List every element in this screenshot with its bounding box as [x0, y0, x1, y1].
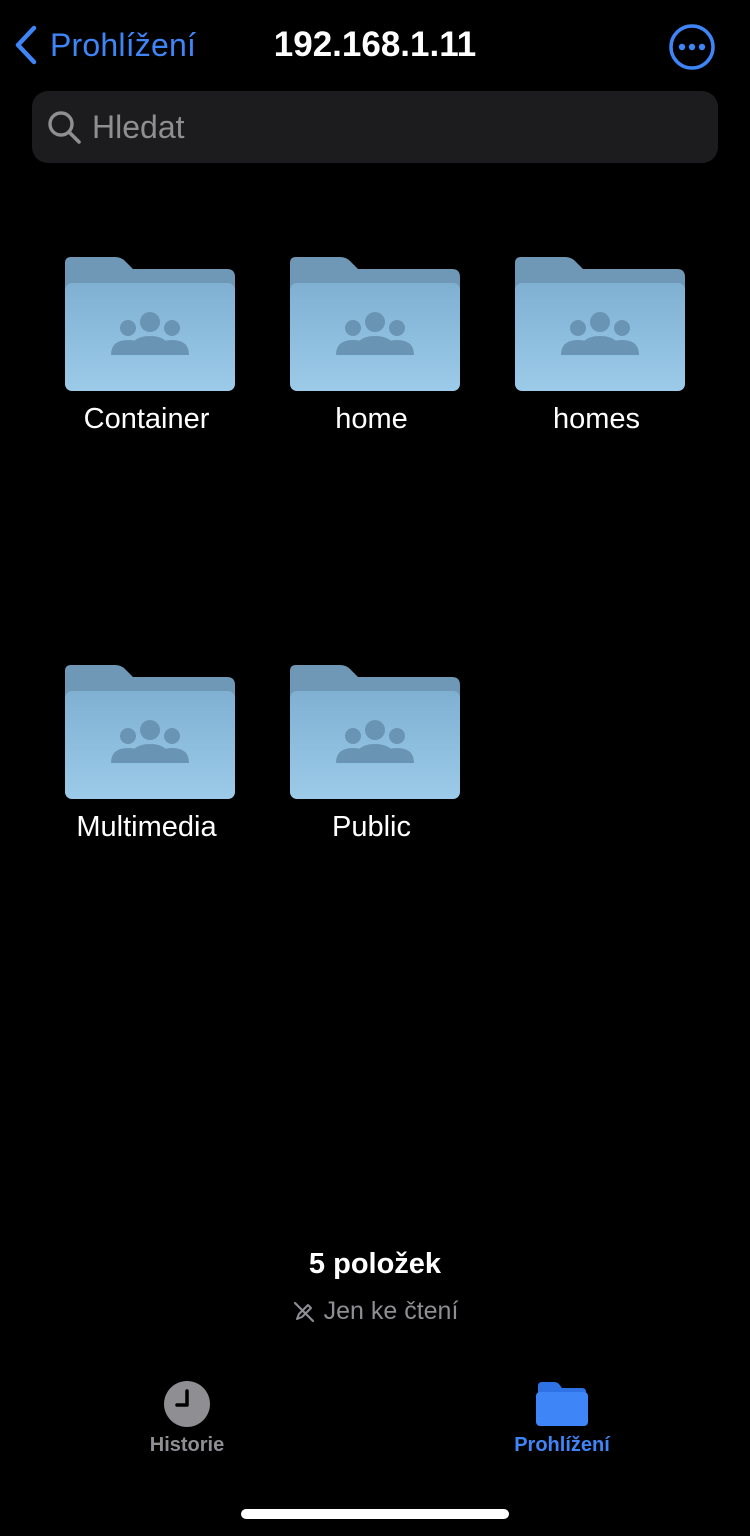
- magnifying-glass-icon: [48, 111, 81, 144]
- tab-label: Historie: [149, 1434, 225, 1456]
- folder-item-container[interactable]: Container: [34, 257, 259, 457]
- files-browser-screen: Prohlížení 192.168.1.11 Hledat Container…: [0, 0, 750, 1536]
- pencil-slash-icon: [293, 1301, 314, 1322]
- tab-label: Prohlížení: [514, 1434, 610, 1456]
- tab-browse[interactable]: Prohlížení: [462, 1380, 662, 1470]
- folder-name: Container: [83, 403, 210, 435]
- item-count: 5 položek: [308, 1248, 442, 1280]
- shared-folder-icon: [515, 257, 685, 391]
- read-only-label: Jen ke čtení: [323, 1297, 459, 1325]
- home-indicator: [241, 1509, 509, 1519]
- folder-item-public[interactable]: Public: [259, 665, 484, 865]
- tab-history[interactable]: Historie: [87, 1380, 287, 1470]
- search-input[interactable]: Hledat: [32, 91, 718, 163]
- folder-item-homes[interactable]: homes: [484, 257, 709, 457]
- folder-icon: [536, 1382, 588, 1426]
- page-title: 192.168.1.11: [273, 25, 477, 64]
- more-options-button[interactable]: [668, 23, 716, 71]
- clock-icon: [164, 1381, 210, 1427]
- shared-folder-icon: [65, 257, 235, 391]
- folder-item-home[interactable]: home: [259, 257, 484, 457]
- shared-folder-icon: [290, 665, 460, 799]
- navigation-bar: Prohlížení 192.168.1.11: [0, 0, 750, 90]
- shared-folder-icon: [290, 257, 460, 391]
- search-placeholder: Hledat: [92, 108, 185, 145]
- shared-folder-icon: [65, 665, 235, 799]
- folder-item-multimedia[interactable]: Multimedia: [34, 665, 259, 865]
- read-only-status: Jen ke čtení: [0, 1297, 750, 1326]
- folder-name: Public: [332, 811, 411, 843]
- ellipsis-circle-icon: [669, 24, 715, 70]
- folder-name: Multimedia: [76, 811, 217, 843]
- folder-name: home: [335, 403, 408, 435]
- folder-name: homes: [552, 403, 641, 435]
